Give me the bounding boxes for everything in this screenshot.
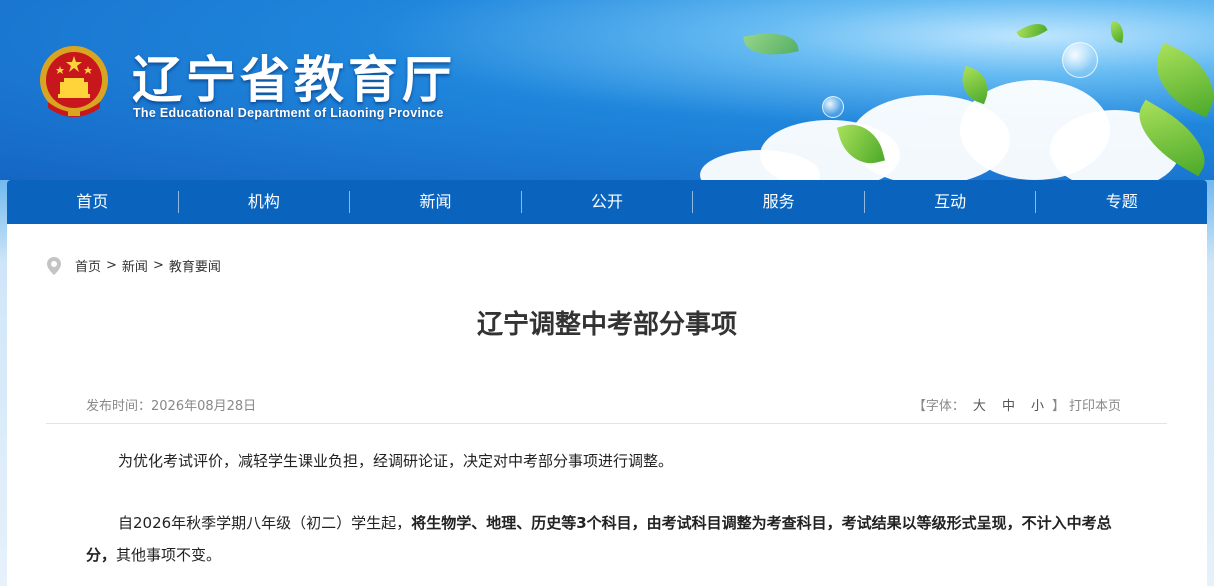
site-subtitle: The Educational Department of Liaoning P… <box>133 106 444 120</box>
divider <box>46 423 1167 424</box>
article-title: 辽宁调整中考部分事项 <box>476 310 737 340</box>
nav-item-news[interactable]: 新闻 <box>350 180 521 224</box>
font-tools-open: 【字体： <box>912 399 965 414</box>
publish-label: 发布时间： <box>86 399 152 414</box>
national-emblem-icon <box>40 46 108 117</box>
article-container: 首页 > 新闻 > 教育要闻 辽宁调整中考部分事项 发布时间：2026年08月2… <box>7 224 1207 586</box>
font-large-button[interactable]: 大 <box>973 395 986 414</box>
article-paragraph: 自2026年秋季学期八年级（初二）学生起，将生物学、地理、历史等3个科目，由考试… <box>86 507 1136 571</box>
breadcrumb-separator: > <box>106 258 117 273</box>
breadcrumb: 首页 > 新闻 > 教育要闻 <box>47 256 221 275</box>
header-banner: 辽宁省教育厅 The Educational Department of Lia… <box>0 0 1214 180</box>
leaf-decoration <box>743 27 799 61</box>
font-small-button[interactable]: 小 <box>1031 395 1044 414</box>
nav-item-organization[interactable]: 机构 <box>179 180 350 224</box>
nav-item-public[interactable]: 公开 <box>522 180 693 224</box>
leaf-decoration <box>1016 17 1048 45</box>
font-medium-button[interactable]: 中 <box>1002 395 1015 414</box>
breadcrumb-education-news[interactable]: 教育要闻 <box>169 256 221 275</box>
nav-item-interaction[interactable]: 互动 <box>865 180 1036 224</box>
breadcrumb-separator: > <box>152 258 164 273</box>
site-title: 辽宁省教育厅 <box>132 51 456 109</box>
leaf-decoration <box>1108 20 1126 44</box>
paragraph-text: 其他事项不变。 <box>116 546 222 564</box>
publish-info: 发布时间：2026年08月28日 <box>86 395 256 414</box>
print-page-button[interactable]: 打印本页 <box>1069 395 1121 414</box>
nav-item-topics[interactable]: 专题 <box>1036 180 1207 224</box>
paragraph-text: 自2026年秋季学期八年级（初二）学生起， <box>118 514 412 532</box>
bubble-decoration <box>822 96 844 118</box>
main-nav: 首页 机构 新闻 公开 服务 互动 专题 <box>7 180 1207 224</box>
bubble-decoration <box>1062 42 1098 78</box>
font-size-tools: 【字体： 大 中 小 】 打印本页 <box>913 395 1121 414</box>
breadcrumb-home[interactable]: 首页 <box>75 256 101 275</box>
article-paragraph: 为优化考试评价，减轻学生课业负担，经调研论证，决定对中考部分事项进行调整。 <box>118 452 674 470</box>
publish-date: 2026年08月28日 <box>151 399 257 414</box>
breadcrumb-news[interactable]: 新闻 <box>122 256 148 275</box>
nav-item-home[interactable]: 首页 <box>7 180 178 224</box>
font-tools-close: 】 <box>1051 399 1065 414</box>
location-pin-icon <box>47 256 61 275</box>
nav-item-services[interactable]: 服务 <box>693 180 864 224</box>
